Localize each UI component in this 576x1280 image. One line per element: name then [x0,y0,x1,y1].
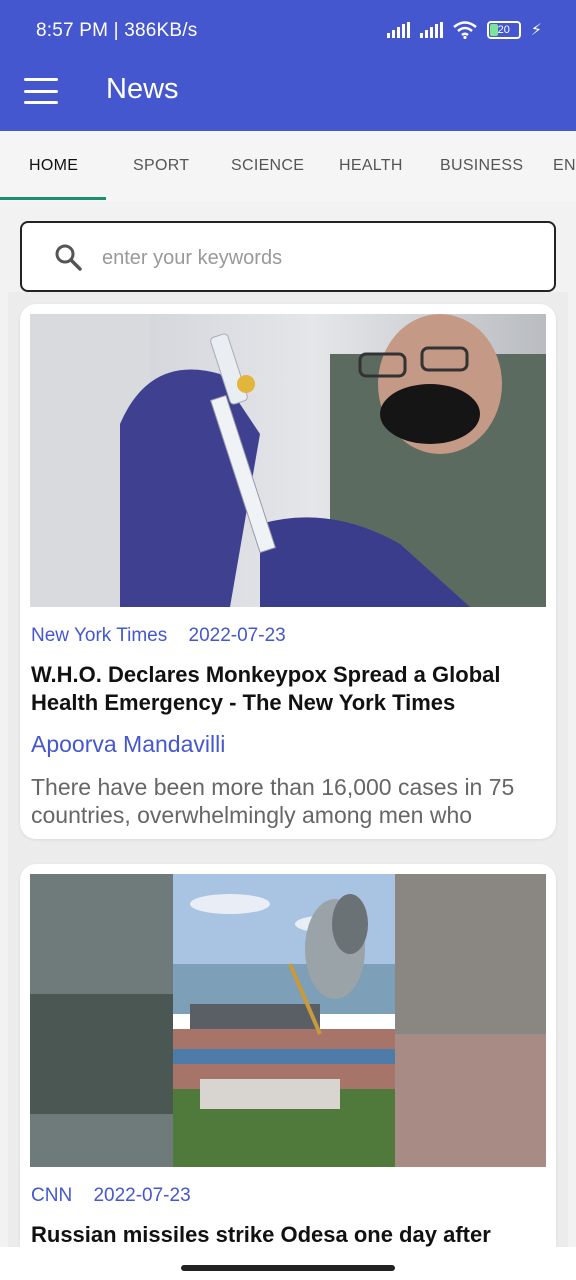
article-card[interactable]: CNN 2022-07-23 Russian missiles strike O… [20,864,556,1247]
article-list: New York Times 2022-07-23 W.H.O. Declare… [8,292,568,1247]
tab-sport[interactable]: SPORT [133,157,189,175]
article-image [30,874,546,1167]
page-title: News [106,73,179,105]
article-title[interactable]: W.H.O. Declares Monkeypox Spread a Globa… [31,661,541,717]
battery-icon: 20 [486,21,521,39]
article-author: Apoorva Mandavilli [31,731,226,757]
tab-business[interactable]: BUSINESS [440,157,523,175]
app-bar: 8:57 PM | 386KB/s 20 ⚡ News [0,0,576,131]
menu-icon[interactable] [24,78,58,104]
article-source: CNN [31,1185,73,1206]
tab-science[interactable]: SCIENCE [231,157,304,175]
article-date: 2022-07-23 [93,1185,191,1206]
article-meta: CNN 2022-07-23 [31,1185,191,1207]
article-meta: New York Times 2022-07-23 [31,625,286,647]
status-icons: 20 ⚡ [386,20,542,40]
article-card[interactable]: New York Times 2022-07-23 W.H.O. Declare… [20,304,556,839]
search-box[interactable] [20,221,556,292]
tab-entertainment[interactable]: ENTERTAINMENT [553,157,576,175]
wifi-icon [452,21,477,39]
tab-indicator [0,197,106,200]
home-gesture-handle[interactable] [181,1265,395,1271]
article-date: 2022-07-23 [188,625,286,646]
search-input[interactable] [102,241,522,275]
article-title[interactable]: Russian missiles strike Odesa one day af… [31,1221,541,1247]
article-image [30,314,546,607]
category-tabs: HOME SPORT SCIENCE HEALTH BUSINESS ENTER… [0,131,576,201]
tab-home[interactable]: HOME [29,157,78,175]
search-icon [55,244,82,271]
article-description: There have been more than 16,000 cases i… [31,774,515,828]
signal-icon-2 [419,22,443,38]
article-source: New York Times [31,625,168,646]
charging-icon: ⚡ [530,22,542,39]
status-time: 8:57 PM | 386KB/s [36,20,198,41]
system-nav-bar [0,1247,576,1280]
tab-health[interactable]: HEALTH [339,157,403,175]
battery-level: 20 [497,24,510,36]
signal-icon [386,22,410,38]
